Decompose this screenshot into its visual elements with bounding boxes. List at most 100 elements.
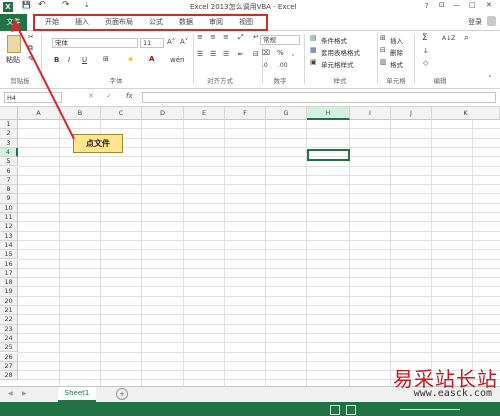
column-header-i[interactable]: I [350, 107, 391, 120]
row-header-28[interactable]: 28 [0, 371, 18, 381]
minimize-icon[interactable]: — [453, 1, 460, 9]
column-header-k[interactable]: K [432, 107, 500, 120]
row-header-5[interactable]: 5 [0, 157, 18, 167]
formula-input[interactable] [142, 92, 496, 103]
number-format-combo[interactable]: 常规 [260, 35, 300, 45]
row-header-20[interactable]: 20 [0, 296, 18, 306]
decrease-indent-icon[interactable]: ⇤ [238, 50, 244, 58]
row-header-27[interactable]: 27 [0, 361, 18, 372]
ribbon-display-options-icon[interactable]: ⊡ [439, 1, 445, 9]
row-header-10[interactable]: 10 [0, 203, 18, 213]
currency-icon[interactable]: ⌧ [262, 49, 270, 57]
row-header-18[interactable]: 18 [0, 278, 18, 288]
grid-row-line [18, 342, 500, 344]
row-header-6[interactable]: 6 [0, 166, 18, 176]
autosum-icon[interactable]: Σ [422, 33, 428, 43]
clear-icon[interactable]: ◇ [423, 59, 428, 67]
align-left-icon[interactable]: ☰ [197, 50, 203, 58]
format-as-table-button[interactable]: 套用表格格式 [321, 47, 360, 57]
save-icon[interactable]: 💾 [22, 1, 31, 9]
row-header-15[interactable]: 15 [0, 250, 18, 260]
cell-styles-icon[interactable]: ▣ [310, 58, 317, 66]
column-header-g[interactable]: G [266, 107, 307, 120]
insert-cells-icon[interactable]: ⊞ [380, 34, 386, 42]
title-bar: X 💾 ↶ ↷ ⇣ Excel 2013怎么调用VBA - Excel ? ⊡ … [0, 0, 500, 14]
close-icon[interactable]: ✕ [486, 1, 492, 9]
row-header-11[interactable]: 11 [0, 213, 18, 223]
row-header-23[interactable]: 23 [0, 324, 18, 334]
grow-font-button[interactable]: A˄ [167, 38, 175, 46]
increase-decimal-button[interactable]: .0 [262, 62, 268, 69]
row-header-8[interactable]: 8 [0, 185, 18, 195]
row-header-19[interactable]: 19 [0, 287, 18, 297]
percent-button[interactable]: % [277, 49, 284, 57]
user-avatar-icon[interactable] [487, 16, 496, 26]
cell-styles-button[interactable]: 单元格样式 [321, 59, 354, 69]
enter-icon[interactable]: ✓ [106, 92, 112, 100]
row-header-25[interactable]: 25 [0, 343, 18, 353]
sheet-tab-active[interactable]: Sheet1 [58, 387, 96, 402]
find-select-icon[interactable]: ⌕ [464, 33, 469, 43]
sort-filter-icon[interactable]: A↓Z [442, 35, 455, 42]
grid-column-line [59, 120, 60, 386]
normal-view-icon[interactable] [330, 405, 340, 415]
orientation-icon[interactable]: ⤢ [238, 33, 244, 42]
insert-function-icon[interactable]: fx [126, 92, 133, 100]
redo-icon[interactable]: ↷ [62, 0, 70, 10]
format-cells-icon[interactable]: ▥ [380, 58, 387, 66]
conditional-format-icon[interactable]: ▤ [310, 34, 317, 42]
maximize-icon[interactable]: □ [469, 1, 476, 9]
row-header-13[interactable]: 13 [0, 231, 18, 241]
column-header-j[interactable]: J [391, 107, 432, 120]
column-header-e[interactable]: E [184, 107, 225, 120]
row-header-22[interactable]: 22 [0, 315, 18, 325]
align-middle-icon[interactable]: ≡ [210, 33, 216, 41]
row-header-21[interactable]: 21 [0, 306, 18, 316]
column-header-d[interactable]: D [142, 107, 184, 120]
row-header-9[interactable]: 9 [0, 194, 18, 204]
align-right-icon[interactable]: ☰ [223, 50, 229, 58]
row-header-26[interactable]: 26 [0, 352, 18, 362]
fill-icon[interactable]: ↓ [423, 47, 429, 55]
row-header-24[interactable]: 24 [0, 333, 18, 344]
selected-cell-h4[interactable] [307, 149, 350, 161]
format-as-table-icon[interactable]: ▦ [310, 46, 317, 54]
wrap-text-icon[interactable]: ↵ [253, 33, 259, 41]
comma-style-button[interactable]: , [292, 49, 294, 57]
row-header-17[interactable]: 17 [0, 268, 18, 279]
delete-cells-button[interactable]: 删除 [390, 47, 403, 57]
align-center-icon[interactable]: ☰ [210, 50, 216, 58]
shrink-font-button[interactable]: A˅ [180, 38, 188, 46]
merge-center-icon[interactable]: ⊟ [253, 50, 259, 58]
delete-cells-icon[interactable]: ⊟ [380, 46, 386, 54]
undo-icon[interactable]: ↶ [38, 0, 46, 10]
conditional-format-button[interactable]: 条件格式 [321, 35, 347, 45]
row-header-14[interactable]: 14 [0, 240, 18, 251]
sheet-nav-prev-icon[interactable]: ◀ [8, 390, 13, 397]
collapse-ribbon-icon[interactable]: ˄ [488, 75, 492, 83]
login-link[interactable]: 登录 [468, 17, 482, 27]
grid-row-line [18, 230, 500, 232]
row-header-16[interactable]: 16 [0, 259, 18, 269]
font-size-combo[interactable]: 11 [140, 38, 164, 48]
insert-cells-button[interactable]: 插入 [390, 35, 403, 45]
decrease-decimal-button[interactable]: .00 [278, 62, 288, 69]
customize-qat-icon[interactable]: ⇣ [84, 1, 90, 9]
borders-icon[interactable]: ⊞ [103, 55, 109, 63]
column-header-c[interactable]: C [101, 107, 142, 120]
row-header-12[interactable]: 12 [0, 222, 18, 232]
font-color-icon[interactable]: A [149, 55, 154, 63]
sheet-nav-next-icon[interactable]: ▶ [22, 390, 27, 397]
help-icon[interactable]: ? [425, 2, 429, 10]
phonetic-button[interactable]: wén [170, 56, 184, 64]
fill-color-icon[interactable]: ◈ [128, 55, 133, 63]
align-top-icon[interactable]: ≡ [197, 33, 203, 41]
row-header-7[interactable]: 7 [0, 175, 18, 186]
align-bottom-icon[interactable]: ≡ [223, 33, 229, 41]
zoom-slider[interactable] [400, 409, 460, 410]
column-header-f[interactable]: F [225, 107, 266, 120]
page-layout-view-icon[interactable] [346, 405, 356, 415]
column-header-h[interactable]: H [307, 107, 350, 120]
format-cells-button[interactable]: 格式 [390, 59, 403, 69]
new-sheet-icon[interactable]: + [116, 388, 128, 400]
